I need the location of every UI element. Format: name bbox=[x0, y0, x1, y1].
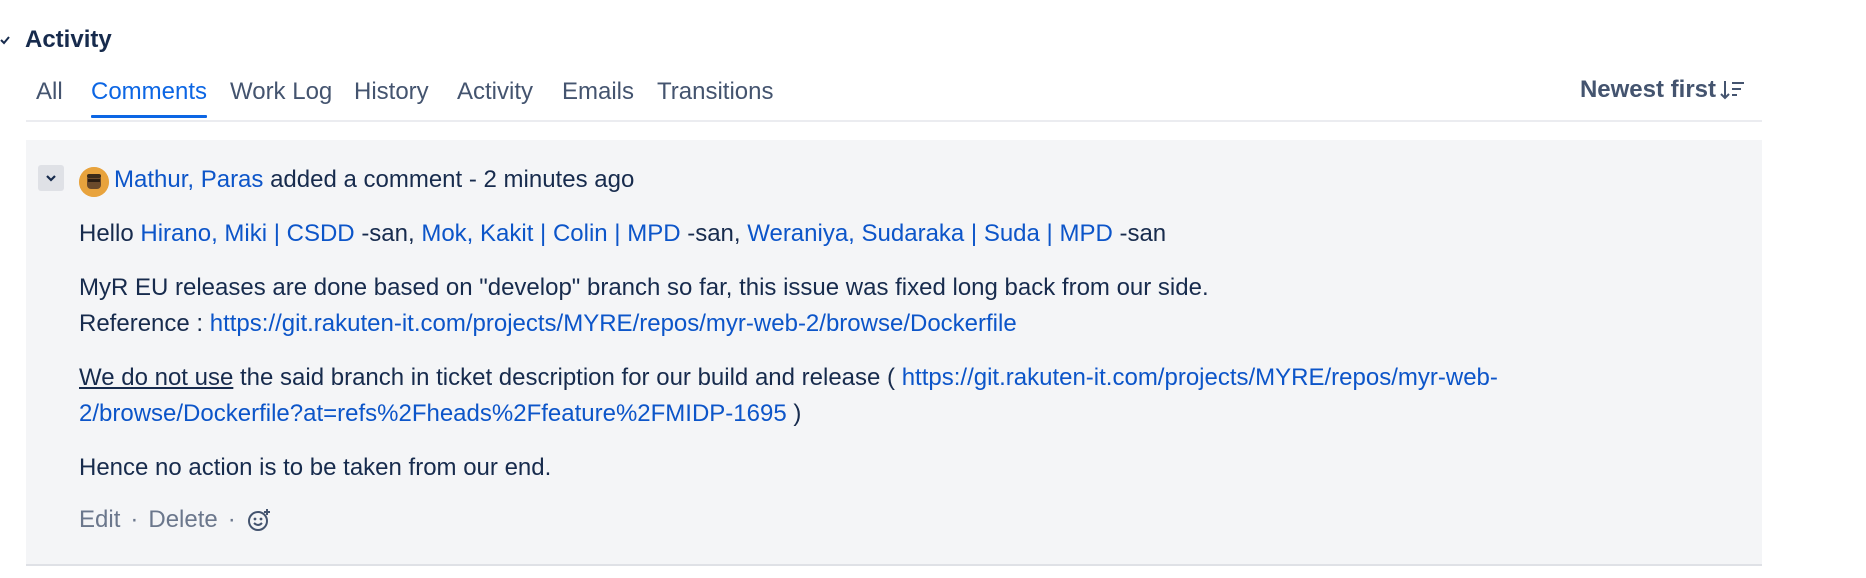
reference-label: Reference : bbox=[79, 310, 204, 337]
para3-text: the said branch in ticket description fo… bbox=[240, 364, 896, 391]
mention-suffix-3: -san bbox=[1119, 220, 1167, 247]
para2-line1: MyR EU releases are done based on "devel… bbox=[79, 274, 1209, 301]
comment-paragraph-2: MyR EU releases are done based on "devel… bbox=[79, 270, 1209, 342]
add-reaction-icon bbox=[247, 509, 270, 531]
para2-reference: Reference : https://git.rakuten-it.com/p… bbox=[79, 306, 1209, 342]
user-avatar[interactable] bbox=[79, 167, 109, 197]
tab-work-log[interactable]: Work Log bbox=[230, 78, 332, 106]
tab-comments[interactable]: Comments bbox=[91, 78, 208, 118]
underlined-text: We do not use bbox=[79, 364, 234, 391]
activity-header[interactable]: Activity bbox=[0, 20, 112, 60]
mention-link-3[interactable]: Weraniya, Sudaraka | Suda | MPD bbox=[747, 220, 1113, 247]
reference-link[interactable]: https://git.rakuten-it.com/projects/MYRE… bbox=[210, 310, 1017, 337]
add-reaction-button[interactable] bbox=[246, 507, 272, 533]
dockerfile-branch-link-part2[interactable]: 2/browse/Dockerfile?at=refs%2Fheads%2Ffe… bbox=[79, 400, 787, 427]
comment-author-link[interactable]: Mathur, Paras bbox=[114, 166, 263, 193]
comment-meta: Mathur, Paras added a comment - 2 minute… bbox=[114, 166, 634, 194]
mention-suffix-2: -san, bbox=[687, 220, 741, 247]
activity-tabs: All Comments Work Log History Activity E… bbox=[26, 72, 1762, 122]
comment-paragraph-3: We do not use the said branch in ticket … bbox=[79, 360, 1498, 432]
tab-history[interactable]: History bbox=[354, 78, 429, 106]
tab-all[interactable]: All bbox=[36, 78, 63, 106]
greeting-hello: Hello bbox=[79, 220, 134, 247]
delete-button[interactable]: Delete bbox=[148, 506, 217, 534]
active-tab-indicator bbox=[91, 115, 208, 118]
tab-emails[interactable]: Emails bbox=[562, 78, 634, 106]
chevron-down-icon bbox=[46, 175, 56, 182]
sort-descending-icon bbox=[1720, 81, 1744, 100]
para3-close: ) bbox=[793, 400, 802, 427]
edit-button[interactable]: Edit bbox=[79, 506, 120, 534]
comment-collapse-toggle[interactable] bbox=[38, 165, 64, 191]
dockerfile-branch-link-part1[interactable]: https://git.rakuten-it.com/projects/MYRE… bbox=[902, 364, 1498, 391]
comment-actions: Edit · Delete · bbox=[79, 506, 272, 534]
comment-action-text: added a comment - 2 minutes ago bbox=[270, 166, 635, 193]
comment-paragraph-4: Hence no action is to be taken from our … bbox=[79, 454, 552, 481]
mention-link-1[interactable]: Hirano, Miki | CSDD bbox=[140, 220, 354, 247]
separator-dot: · bbox=[227, 506, 236, 533]
mention-suffix-1: -san, bbox=[361, 220, 415, 247]
tab-activity[interactable]: Activity bbox=[457, 78, 533, 106]
tab-comments-label: Comments bbox=[91, 78, 208, 105]
sort-order-label: Newest first bbox=[1579, 76, 1716, 103]
tab-transitions[interactable]: Transitions bbox=[657, 78, 773, 106]
separator-dot: · bbox=[130, 506, 139, 533]
comment-card: Mathur, Paras added a comment - 2 minute… bbox=[26, 140, 1762, 566]
mention-link-2[interactable]: Mok, Kakit | Colin | MPD bbox=[421, 220, 680, 247]
sort-order-button[interactable]: Newest first bbox=[1580, 76, 1746, 104]
activity-title: Activity bbox=[25, 26, 112, 53]
comment-greeting: Hello Hirano, Miki | CSDD -san, Mok, Kak… bbox=[79, 216, 1166, 252]
collapse-check-icon[interactable] bbox=[0, 32, 12, 48]
